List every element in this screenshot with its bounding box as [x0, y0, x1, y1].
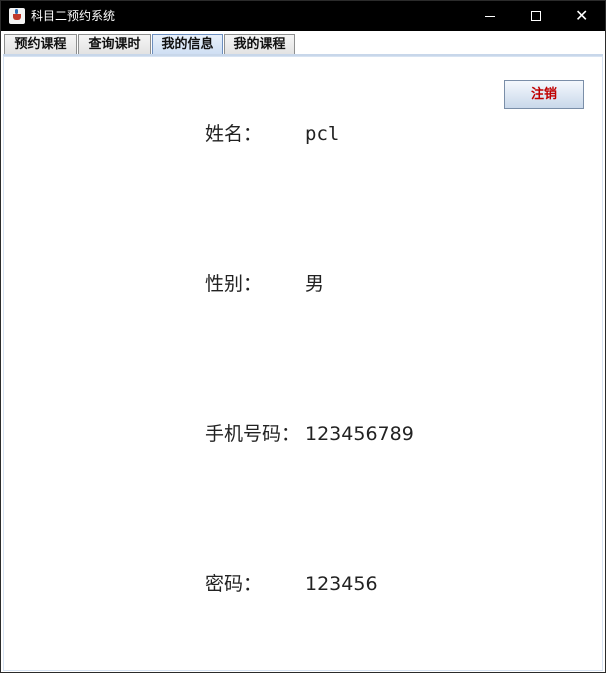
name-label: 姓名：	[205, 123, 263, 145]
password-value: 123456	[305, 573, 378, 595]
title-bar[interactable]: 科目二预约系统 ✕	[1, 1, 605, 31]
tab-my-courses[interactable]: 我的课程	[224, 34, 295, 54]
maximize-button[interactable]	[513, 1, 559, 31]
phone-label: 手机号码：	[205, 423, 301, 445]
logout-button[interactable]: 注销	[504, 80, 584, 109]
minimize-icon	[485, 16, 495, 17]
tab-my-info[interactable]: 我的信息	[152, 34, 223, 54]
info-panel	[3, 56, 603, 671]
close-button[interactable]: ✕	[559, 1, 605, 31]
gender-value: 男	[305, 273, 325, 295]
name-value: pcl	[305, 123, 340, 145]
password-label: 密码：	[205, 573, 263, 595]
window-title: 科目二预约系统	[31, 9, 116, 23]
java-icon	[9, 8, 25, 24]
minimize-button[interactable]	[467, 1, 513, 31]
gender-label: 性别：	[205, 273, 263, 295]
tab-strip: 预约课程 查询课时 我的信息 我的课程	[1, 31, 605, 55]
app-window: 科目二预约系统 ✕ 预约课程 查询课时 我的信息 我的课程 注销 姓名： pcl…	[0, 0, 606, 673]
maximize-icon	[531, 11, 541, 21]
tab-query-hours[interactable]: 查询课时	[78, 34, 151, 54]
phone-value: 123456789	[305, 423, 414, 445]
tab-book-course[interactable]: 预约课程	[4, 34, 77, 54]
close-icon: ✕	[575, 6, 589, 25]
